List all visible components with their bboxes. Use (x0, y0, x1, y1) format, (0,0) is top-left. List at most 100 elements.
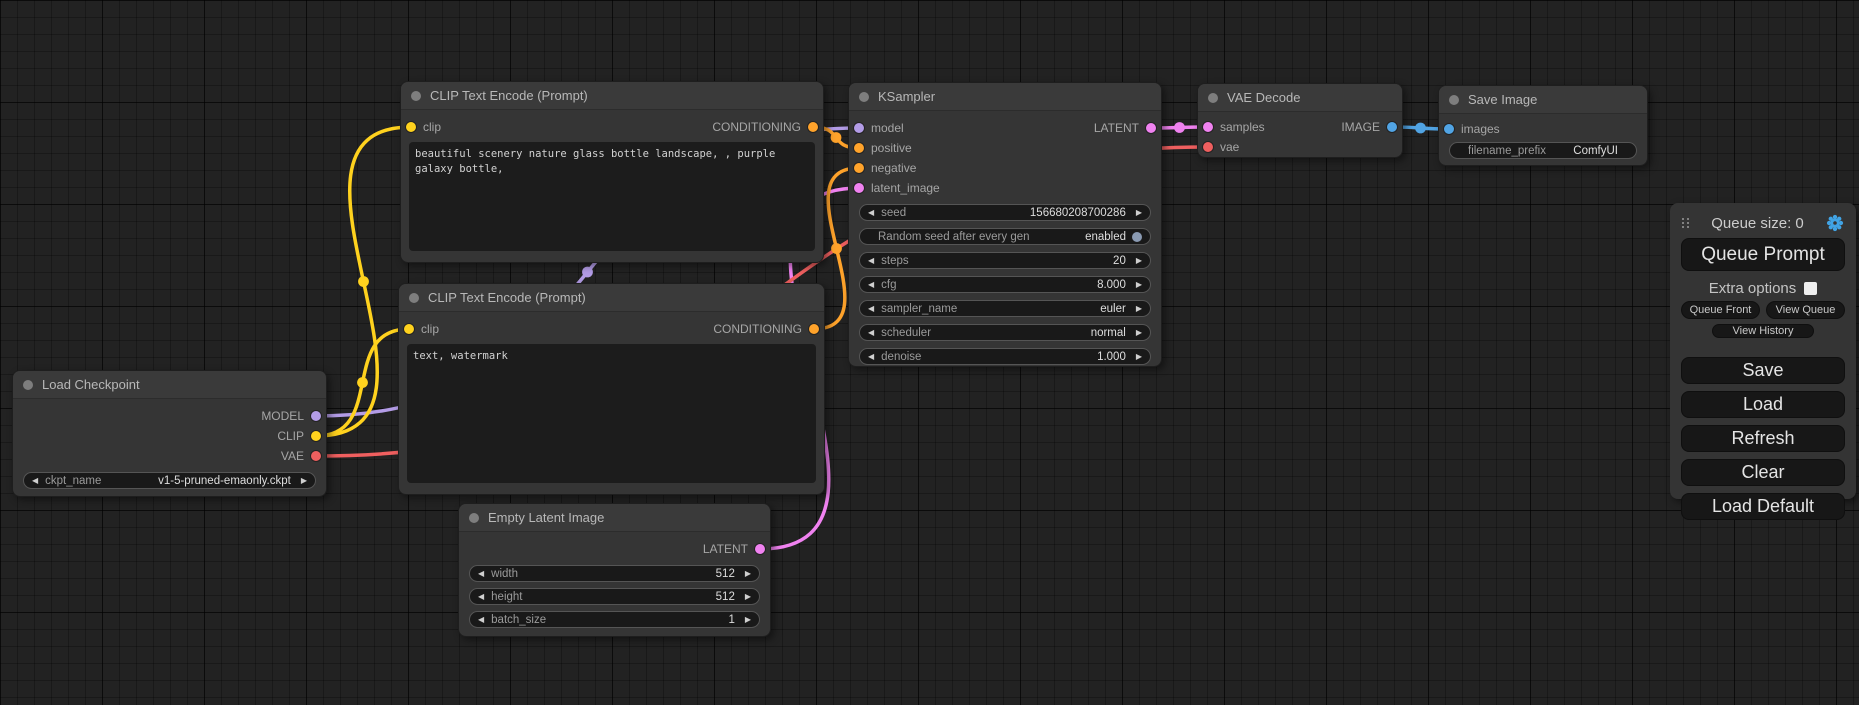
output-row-clip: CLIP (13, 426, 326, 446)
node-save-image[interactable]: Save Image images filename_prefix ComfyU… (1438, 85, 1648, 166)
negative-prompt-textarea[interactable]: text, watermark (407, 344, 816, 483)
conditioning-output-port[interactable] (808, 122, 818, 132)
width-stepper[interactable]: width 512 (469, 565, 760, 582)
collapse-dot-icon[interactable] (409, 293, 419, 303)
ckpt-name-combo[interactable]: ckpt_name v1-5-pruned-emaonly.ckpt (23, 472, 316, 489)
view-history-button[interactable]: View History (1712, 324, 1814, 338)
link-midpoint-dot (831, 243, 842, 254)
stepper-right-icon[interactable] (745, 593, 751, 601)
stepper-left-icon[interactable] (868, 281, 874, 289)
positive-input-port[interactable] (854, 143, 864, 153)
node-clip-text-encode-positive[interactable]: CLIP Text Encode (Prompt) clip CONDITION… (400, 81, 824, 263)
negative-input-port[interactable] (854, 163, 864, 173)
comfyui-canvas[interactable]: Load Checkpoint MODEL CLIP VAE ckpt_name… (0, 0, 1859, 705)
queue-panel[interactable]: Queue size: 0 Queue Prompt Extra options (1670, 203, 1856, 499)
stepper-left-icon[interactable] (868, 353, 874, 361)
stepper-left-icon[interactable] (868, 329, 874, 337)
settings-gear-icon[interactable] (1826, 214, 1844, 232)
clip-input-port[interactable] (404, 324, 414, 334)
node-header: Save Image (1439, 86, 1647, 114)
filename-prefix-field[interactable]: filename_prefix ComfyUI (1449, 142, 1637, 159)
collapse-dot-icon[interactable] (23, 380, 33, 390)
view-queue-button[interactable]: View Queue (1766, 301, 1845, 319)
stepper-left-icon[interactable] (32, 477, 38, 485)
clip-input-port[interactable] (406, 122, 416, 132)
stepper-right-icon[interactable] (745, 570, 751, 578)
clip-output-port[interactable] (311, 431, 321, 441)
height-stepper[interactable]: height 512 (469, 588, 760, 605)
save-button[interactable]: Save (1681, 357, 1845, 384)
images-input-port[interactable] (1444, 124, 1454, 134)
drag-handle-icon[interactable] (1682, 218, 1689, 229)
node-header: CLIP Text Encode (Prompt) (399, 284, 824, 312)
queue-front-button[interactable]: Queue Front (1681, 301, 1760, 319)
input-row-negative: negative (849, 158, 1161, 178)
queue-prompt-button[interactable]: Queue Prompt (1681, 238, 1845, 271)
latent-output-port[interactable] (755, 544, 765, 554)
toggle-dot-icon[interactable] (1132, 232, 1142, 242)
link-midpoint-dot (357, 377, 368, 388)
scheduler-combo[interactable]: scheduler normal (859, 324, 1151, 341)
stepper-right-icon[interactable] (1136, 281, 1142, 289)
node-header: CLIP Text Encode (Prompt) (401, 82, 823, 110)
clear-button[interactable]: Clear (1681, 459, 1845, 486)
node-title: Empty Latent Image (488, 510, 604, 525)
latent-image-input-port[interactable] (854, 183, 864, 193)
stepper-left-icon[interactable] (478, 593, 484, 601)
link-midpoint-dot (582, 267, 593, 278)
extra-options-checkbox[interactable] (1804, 282, 1817, 295)
samples-input-port[interactable] (1203, 122, 1213, 132)
batch-size-stepper[interactable]: batch_size 1 (469, 611, 760, 628)
stepper-right-icon[interactable] (1136, 329, 1142, 337)
node-clip-text-encode-negative[interactable]: CLIP Text Encode (Prompt) clip CONDITION… (398, 283, 825, 495)
collapse-dot-icon[interactable] (1449, 95, 1459, 105)
stepper-left-icon[interactable] (478, 616, 484, 624)
stepper-right-icon[interactable] (1136, 353, 1142, 361)
collapse-dot-icon[interactable] (469, 513, 479, 523)
collapse-dot-icon[interactable] (1208, 93, 1218, 103)
node-vae-decode[interactable]: VAE Decode samples IMAGE vae (1197, 83, 1403, 158)
vae-output-port[interactable] (311, 451, 321, 461)
node-empty-latent-image[interactable]: Empty Latent Image LATENT width 512 heig… (458, 503, 771, 637)
stepper-left-icon[interactable] (868, 257, 874, 265)
vae-input-port[interactable] (1203, 142, 1213, 152)
input-row-latent-image: latent_image (849, 178, 1161, 198)
output-row-latent: LATENT (459, 539, 770, 559)
port-row: clip CONDITIONING (401, 117, 823, 137)
sampler-name-combo[interactable]: sampler_name euler (859, 300, 1151, 317)
latent-output-port[interactable] (1146, 123, 1156, 133)
refresh-button[interactable]: Refresh (1681, 425, 1845, 452)
node-title: Save Image (1468, 92, 1537, 107)
load-button[interactable]: Load (1681, 391, 1845, 418)
cfg-stepper[interactable]: cfg 8.000 (859, 276, 1151, 293)
random-seed-toggle[interactable]: Random seed after every gen enabled (859, 228, 1151, 245)
positive-prompt-textarea[interactable]: beautiful scenery nature glass bottle la… (409, 142, 815, 251)
node-ksampler[interactable]: KSampler model LATENT positive negative (848, 82, 1162, 367)
model-input-port[interactable] (854, 123, 864, 133)
node-load-checkpoint[interactable]: Load Checkpoint MODEL CLIP VAE ckpt_name… (12, 370, 327, 497)
input-row-vae: vae (1198, 137, 1402, 157)
stepper-right-icon[interactable] (301, 477, 307, 485)
image-output-port[interactable] (1387, 122, 1397, 132)
stepper-right-icon[interactable] (1136, 305, 1142, 313)
steps-stepper[interactable]: steps 20 (859, 252, 1151, 269)
stepper-right-icon[interactable] (1136, 209, 1142, 217)
stepper-right-icon[interactable] (745, 616, 751, 624)
collapse-dot-icon[interactable] (859, 92, 869, 102)
collapse-dot-icon[interactable] (411, 91, 421, 101)
port-row: clip CONDITIONING (399, 319, 824, 339)
stepper-left-icon[interactable] (868, 209, 874, 217)
seed-stepper[interactable]: seed 156680208700286 (859, 204, 1151, 221)
queue-size-label: Queue size: 0 (1689, 215, 1826, 232)
model-output-port[interactable] (311, 411, 321, 421)
output-row-vae: VAE (13, 446, 326, 466)
conditioning-output-port[interactable] (809, 324, 819, 334)
load-default-button[interactable]: Load Default (1681, 493, 1845, 520)
port-row: samples IMAGE (1198, 117, 1402, 137)
extra-options-label: Extra options (1709, 280, 1797, 297)
stepper-left-icon[interactable] (478, 570, 484, 578)
node-title: KSampler (878, 89, 935, 104)
stepper-right-icon[interactable] (1136, 257, 1142, 265)
denoise-stepper[interactable]: denoise 1.000 (859, 348, 1151, 365)
stepper-left-icon[interactable] (868, 305, 874, 313)
